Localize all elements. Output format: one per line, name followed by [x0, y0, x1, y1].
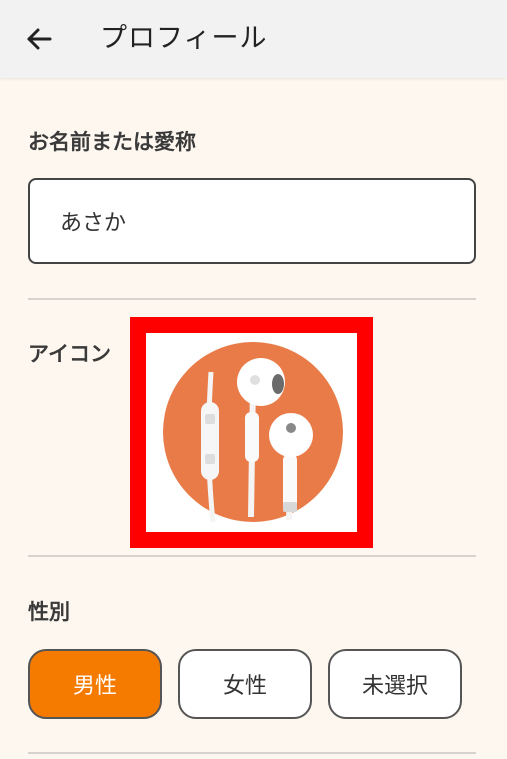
avatar-selector[interactable]: [130, 317, 373, 548]
gender-option-male[interactable]: 男性: [28, 649, 162, 719]
back-button[interactable]: [22, 22, 56, 56]
gender-label: 性別: [28, 600, 70, 624]
name-label: お名前または愛称: [28, 130, 196, 154]
divider: [28, 298, 476, 300]
page-title: プロフィール: [100, 23, 268, 54]
gender-option-female[interactable]: 女性: [178, 649, 312, 719]
name-input[interactable]: [28, 178, 476, 264]
gender-option-unselected[interactable]: 未選択: [328, 649, 462, 719]
divider: [28, 752, 476, 754]
app-bar: プロフィール: [0, 0, 507, 78]
earphones-icon: [163, 342, 343, 522]
divider: [28, 555, 476, 557]
icon-label: アイコン: [28, 342, 111, 366]
arrow-left-icon: [27, 28, 52, 50]
